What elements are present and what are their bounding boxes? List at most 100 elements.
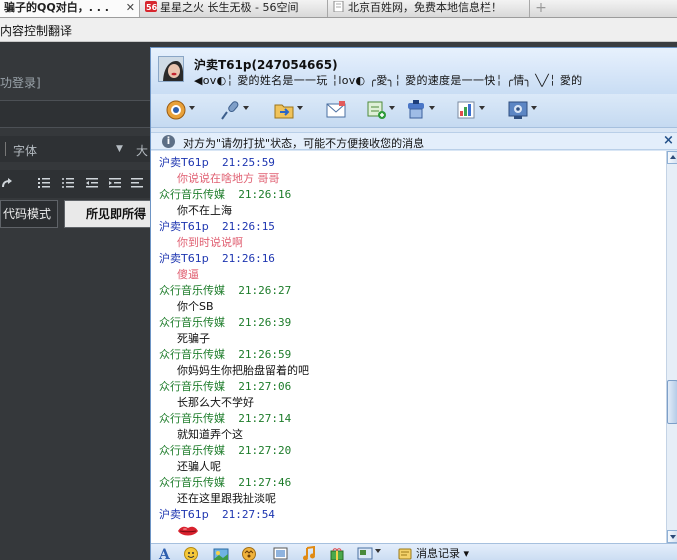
message-item: 众行音乐传媒 21:26:16 你不在上海 xyxy=(159,187,659,219)
editor-title-field[interactable] xyxy=(0,100,155,128)
chevron-down-icon[interactable]: ▼ xyxy=(116,144,123,154)
font-family-select[interactable]: 字体 xyxy=(13,142,37,159)
image-dropdown-arrow-icon[interactable] xyxy=(375,549,381,553)
menu-translate[interactable]: 翻译 xyxy=(48,22,72,39)
message-sender: 沪卖T61p xyxy=(159,508,209,521)
input-toolbar: A 消息记录 ▾ xyxy=(151,543,677,560)
message-text: 死骗子 xyxy=(177,332,210,345)
tab-baixing[interactable]: 北京百姓网，免费本地信息栏！ xyxy=(329,0,530,17)
message-time: 21:27:14 xyxy=(238,412,292,425)
screenshot-icon[interactable] xyxy=(273,546,289,560)
message-item: 沪卖T61p 21:26:16 傻逼 xyxy=(159,251,659,283)
dropdown-arrow-icon xyxy=(531,106,537,110)
signature-segment: ╭愛╮ xyxy=(369,74,395,87)
avatar-image-icon xyxy=(159,57,183,81)
chat-scrollbar[interactable] xyxy=(666,151,677,543)
create-discussion-button[interactable] xyxy=(361,97,397,123)
message-item: 沪卖T61p 21:27:54 xyxy=(159,507,659,539)
contact-title[interactable]: 沪卖T61p(247054665) xyxy=(194,56,338,73)
unordered-list-icon[interactable] xyxy=(62,177,74,189)
outdent-icon[interactable] xyxy=(86,177,98,189)
close-tab-icon[interactable]: ✕ xyxy=(126,0,135,16)
voice-call-icon xyxy=(221,101,239,120)
message-time: 21:27:54 xyxy=(221,508,275,521)
redo-icon[interactable] xyxy=(1,177,13,189)
gift-icon[interactable] xyxy=(329,546,345,560)
message-sender: 众行音乐传媒 xyxy=(159,348,225,361)
create-discussion-icon xyxy=(367,101,386,119)
tab-56-space[interactable]: 56 星星之火 长生无极 - 56空间 xyxy=(141,0,328,17)
message-sender: 众行音乐传媒 xyxy=(159,316,225,329)
wysiwyg-mode-button[interactable]: 所见即所得 xyxy=(64,200,160,228)
message-time: 21:26:27 xyxy=(238,284,292,297)
login-status-text[interactable]: 功登录] xyxy=(0,74,41,91)
message-sender: 沪卖T61p xyxy=(159,220,209,233)
send-mail-button[interactable] xyxy=(321,97,349,123)
dropdown-arrow-icon xyxy=(429,106,435,110)
close-notice-icon[interactable]: × xyxy=(663,133,674,148)
message-history[interactable]: 沪卖T61p 21:25:59 你说说在啥地方 哥哥 众行音乐传媒 21:26:… xyxy=(151,151,666,543)
send-file-button[interactable] xyxy=(269,97,305,123)
toolbar-divider xyxy=(5,142,6,156)
indent-icon[interactable] xyxy=(109,177,121,189)
lips-emoticon-icon xyxy=(178,526,198,535)
new-tab-button[interactable]: + xyxy=(531,0,551,17)
message-time: 21:27:20 xyxy=(238,444,292,457)
qq-chat-window: 沪卖T61p(247054665) ◀ov◐╎ 愛的姓名是一一玩 ╎ⅼov◐ ╭… xyxy=(150,47,677,560)
svg-text:56: 56 xyxy=(146,3,157,12)
music-icon[interactable] xyxy=(301,546,317,560)
video-call-icon xyxy=(166,100,186,120)
message-sender: 众行音乐传媒 xyxy=(159,444,225,457)
message-item: 众行音乐传媒 21:26:27 你个SB xyxy=(159,283,659,315)
scroll-thumb[interactable] xyxy=(667,380,677,424)
message-text: 你到时说说啊 xyxy=(177,236,243,249)
font-style-icon[interactable]: A xyxy=(157,546,173,560)
qq-show-icon xyxy=(457,101,475,119)
avatar[interactable] xyxy=(158,56,184,82)
signature-segment: 愛的 xyxy=(559,74,583,87)
message-sender: 众行音乐传媒 xyxy=(159,380,225,393)
chevron-down-icon[interactable]: ▾ xyxy=(464,547,470,560)
settings-button[interactable] xyxy=(503,97,539,123)
message-time: 21:26:16 xyxy=(238,188,292,201)
contact-signature: ◀ov◐╎ 愛的姓名是一一玩 ╎ⅼov◐ ╭愛╮╎ 愛的速度是一一快╎ ╭情╮ … xyxy=(194,74,583,87)
tab-qq-chat[interactable]: 骗子的QQ对白，. . . ✕ xyxy=(0,0,140,17)
qq-show-button[interactable] xyxy=(451,97,487,123)
message-item: 众行音乐传媒 21:27:20 还骗人呢 xyxy=(159,443,659,475)
message-time: 21:25:59 xyxy=(221,156,275,169)
signature-segment: ╭情╮ xyxy=(506,74,532,87)
editor-menubar: 内容控制 翻译 xyxy=(0,18,677,42)
tab-title: 北京百姓网，免费本地信息栏！ xyxy=(348,1,502,14)
message-text: 还骗人呢 xyxy=(177,460,221,473)
dropdown-arrow-icon xyxy=(479,106,485,110)
message-text: 你个SB xyxy=(177,300,214,313)
font-size-select[interactable]: 大 xyxy=(136,142,148,159)
message-item: 沪卖T61p 21:26:15 你到时说说啊 xyxy=(159,219,659,251)
signature-segment: ◀ov◐ xyxy=(194,74,227,87)
chat-toolbar xyxy=(151,94,677,128)
message-text: 你说说在啥地方 哥哥 xyxy=(177,172,280,185)
tab-title: 星星之火 长生无极 - 56空间 xyxy=(160,1,299,14)
align-icon[interactable] xyxy=(131,177,143,189)
voice-call-button[interactable] xyxy=(215,97,251,123)
message-item: 众行音乐传媒 21:27:06 长那么大不学好 xyxy=(159,379,659,411)
ordered-list-icon[interactable] xyxy=(38,177,50,189)
source-mode-button[interactable]: 代码模式 xyxy=(0,200,58,228)
magic-emoticon-icon[interactable] xyxy=(213,546,229,560)
message-time: 21:26:39 xyxy=(238,316,292,329)
scroll-up-arrow-icon[interactable] xyxy=(667,151,677,164)
message-sender: 沪卖T61p xyxy=(159,252,209,265)
message-history-button[interactable]: 消息记录 ▾ xyxy=(397,545,469,560)
message-sender: 沪卖T61p xyxy=(159,156,209,169)
video-call-button[interactable] xyxy=(161,97,197,123)
dropdown-arrow-icon xyxy=(389,106,395,110)
emoticon-icon[interactable] xyxy=(183,546,199,560)
shake-window-icon[interactable] xyxy=(241,546,257,560)
send-image-icon[interactable] xyxy=(357,546,373,560)
apps-button[interactable] xyxy=(401,97,437,123)
message-sender: 众行音乐传媒 xyxy=(159,412,225,425)
site-56-favicon-icon: 56 xyxy=(145,1,157,12)
menu-content-control[interactable]: 内容控制 xyxy=(0,22,48,39)
scroll-down-arrow-icon[interactable] xyxy=(667,530,677,543)
apps-icon xyxy=(408,100,424,119)
